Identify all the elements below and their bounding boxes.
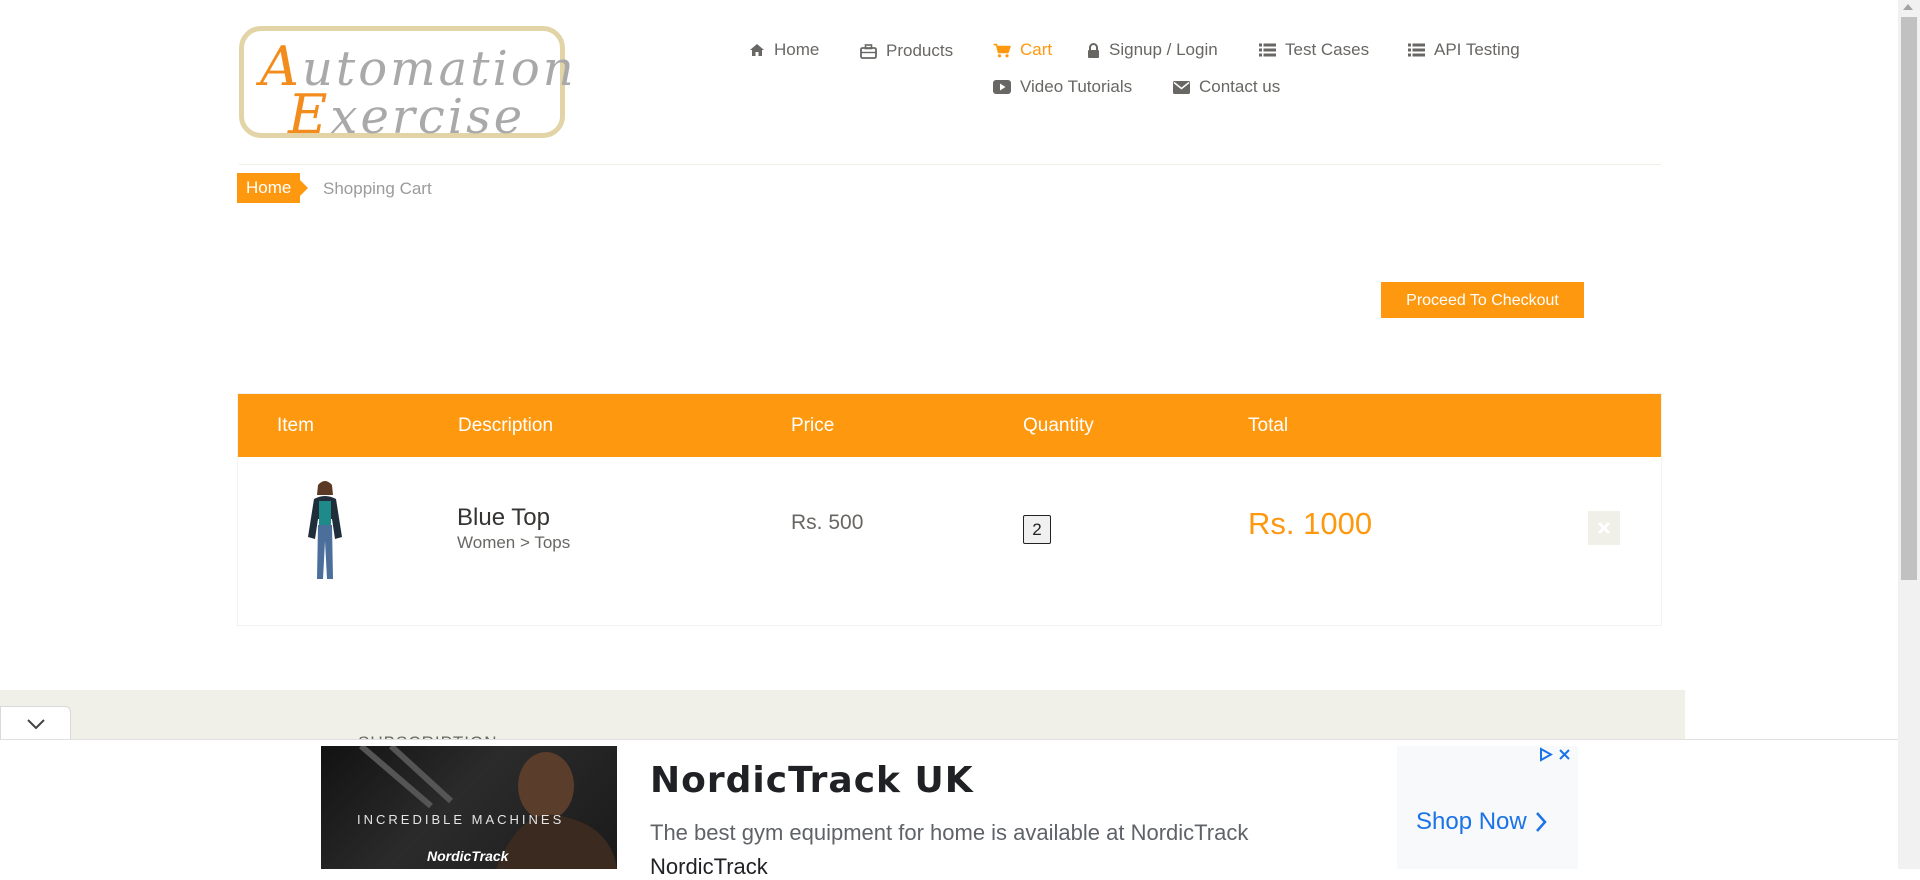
briefcase-icon bbox=[860, 43, 877, 59]
cart-table: Item Description Price Quantity Total Bl… bbox=[237, 393, 1662, 626]
delete-item-button[interactable] bbox=[1588, 511, 1620, 545]
ad-image-brand: NordicTrack bbox=[427, 848, 509, 864]
logo-line-2: Exercise bbox=[288, 83, 526, 146]
close-ad-icon[interactable] bbox=[1558, 748, 1571, 761]
ad-image[interactable]: INCREDIBLE MACHINES NordicTrack bbox=[321, 746, 617, 869]
quantity-value: 2 bbox=[1023, 515, 1051, 544]
site-logo[interactable]: Automation Exercise bbox=[239, 26, 574, 146]
adchoices-icon[interactable] bbox=[1538, 747, 1553, 762]
column-header-quantity: Quantity bbox=[1023, 415, 1094, 436]
proceed-to-checkout-button[interactable]: Proceed To Checkout bbox=[1381, 282, 1584, 318]
nav-products-label: Products bbox=[886, 41, 954, 60]
nav-video-tutorials[interactable]: Video Tutorials bbox=[993, 77, 1132, 97]
ad-image-tagline: INCREDIBLE MACHINES bbox=[357, 812, 565, 827]
ad-title[interactable]: NordicTrack UK bbox=[650, 760, 974, 801]
close-icon bbox=[1598, 522, 1610, 534]
nav-test-cases-label: Test Cases bbox=[1285, 40, 1370, 59]
chevron-down-icon bbox=[26, 718, 45, 729]
scrollbar-thumb[interactable] bbox=[1901, 17, 1917, 580]
nav-cart[interactable]: Cart bbox=[993, 40, 1052, 60]
nav-api-testing-label: API Testing bbox=[1434, 40, 1520, 59]
nav-test-cases[interactable]: Test Cases bbox=[1259, 40, 1369, 60]
list-icon bbox=[1259, 43, 1276, 57]
cart-table-header: Item Description Price Quantity Total bbox=[238, 394, 1661, 457]
lock-icon bbox=[1088, 42, 1099, 58]
product-total: Rs. 1000 bbox=[1248, 506, 1373, 541]
column-header-description: Description bbox=[458, 415, 554, 436]
column-header-item: Item bbox=[277, 415, 314, 436]
header-divider bbox=[239, 164, 1661, 165]
chevron-right-icon bbox=[1535, 812, 1547, 832]
list-icon bbox=[1408, 43, 1425, 57]
cart-icon bbox=[993, 43, 1011, 57]
nav-signup-login-label: Signup / Login bbox=[1109, 40, 1218, 59]
nav-contact-us[interactable]: Contact us bbox=[1173, 77, 1280, 97]
nav-cart-label: Cart bbox=[1020, 40, 1053, 59]
column-header-total: Total bbox=[1248, 415, 1289, 436]
ad-collapse-button[interactable] bbox=[0, 706, 71, 740]
scroll-up-arrow-icon[interactable] bbox=[1903, 4, 1913, 10]
nav-home-label: Home bbox=[774, 40, 820, 59]
nav-contact-us-label: Contact us bbox=[1199, 77, 1281, 96]
ad-description[interactable]: The best gym equipment for home is avail… bbox=[650, 820, 1248, 846]
youtube-play-icon bbox=[993, 80, 1011, 94]
product-image[interactable] bbox=[302, 479, 348, 582]
nav-products[interactable]: Products bbox=[860, 41, 953, 61]
shop-now-label: Shop Now bbox=[1416, 808, 1527, 835]
product-category: Women > Tops bbox=[457, 533, 571, 552]
ad-banner bbox=[0, 739, 1898, 870]
nav-signup-login[interactable]: Signup / Login bbox=[1087, 40, 1218, 60]
nav-video-tutorials-label: Video Tutorials bbox=[1020, 77, 1133, 96]
breadcrumb-current: Shopping Cart bbox=[323, 179, 432, 198]
home-icon bbox=[750, 44, 764, 56]
ad-advertiser: NordicTrack bbox=[650, 854, 768, 879]
product-name[interactable]: Blue Top bbox=[457, 504, 550, 532]
table-row: Blue Top Women > Tops Rs. 500 2 Rs. 1000 bbox=[238, 457, 1661, 627]
nav-api-testing[interactable]: API Testing bbox=[1408, 40, 1520, 60]
product-price: Rs. 500 bbox=[791, 511, 864, 534]
shop-now-button[interactable]: Shop Now bbox=[1416, 808, 1547, 836]
column-header-price: Price bbox=[791, 415, 835, 436]
nav-home[interactable]: Home bbox=[749, 40, 819, 60]
ad-choices bbox=[1538, 747, 1571, 762]
breadcrumb-home[interactable]: Home bbox=[237, 173, 309, 203]
envelope-icon bbox=[1173, 80, 1190, 94]
